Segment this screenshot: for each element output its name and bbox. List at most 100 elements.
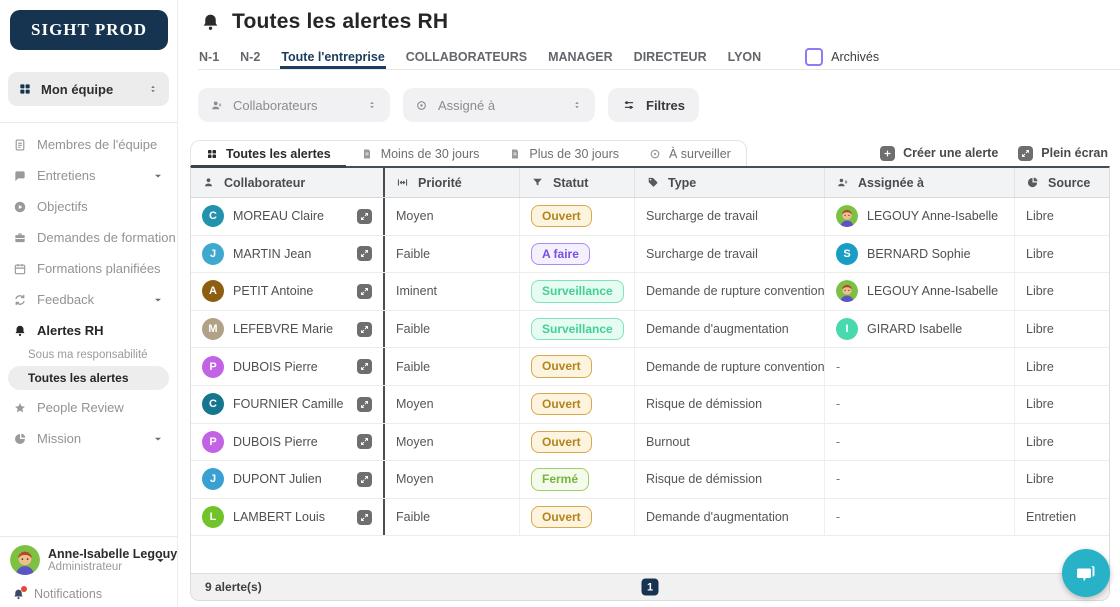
col-type[interactable]: Type [635,168,825,197]
table-row[interactable]: L LAMBERT Louis Faible Ouvert Demande d'augm… [191,498,1109,537]
user-menu[interactable]: Anne-Isabelle Legouy Administrateur [10,545,177,575]
avatar: L [202,506,224,529]
collaborator-cell: A PETIT Antoine [191,273,385,310]
view-tab-toutes[interactable]: Toutes les alertes [191,141,346,168]
avatar-photo [836,280,858,303]
type-cell: Surcharge de travail [635,235,825,273]
collaborateurs-select[interactable]: Collaborateurs [198,88,390,122]
star-icon [13,401,27,415]
scope-tab-directeur[interactable]: DIRECTEUR [633,44,708,69]
open-alert-icon[interactable] [357,283,372,299]
priority-cell: Faible [385,235,520,273]
table-row[interactable]: A PETIT Antoine Iminent Surveillance Demande… [191,273,1109,311]
type-cell: Risque de démission [635,461,825,498]
view-tabs-row: Toutes les alertes Moins de 30 jours Plu… [190,140,1110,168]
status-badge: A faire [531,242,590,266]
archived-checkbox[interactable] [805,47,824,66]
avatar: M [202,318,224,341]
assigne-select[interactable]: Assigné à [403,88,595,122]
notifications-button[interactable]: Notifications [10,585,167,601]
open-alert-icon[interactable] [357,359,372,375]
table-actions: Créer une alerte Plein écran [880,140,1108,166]
sidebar-item-entretiens[interactable]: Entretiens [0,160,177,191]
scope-tab-toute-entreprise[interactable]: Toute l'entreprise [280,44,385,69]
sidebar-item-objectifs[interactable]: Objectifs [0,191,177,222]
source-cell: Libre [1026,209,1054,224]
bell-icon [13,324,27,338]
scope-tab-collaborateurs[interactable]: COLLABORATEURS [405,44,528,69]
col-priorite[interactable]: Priorité [385,168,520,197]
open-alert-icon[interactable] [357,396,372,412]
open-alert-icon[interactable] [357,208,372,224]
sidebar-item-membres[interactable]: Membres de l'équipe [0,129,177,160]
collaborator-name: MARTIN Jean [233,246,312,261]
priority-cell: Iminent [385,273,520,310]
open-alert-icon[interactable] [357,471,372,487]
assignee-cell: I GIRARD Isabelle [825,310,1015,348]
source-cell: Libre [1026,284,1054,299]
sidebar-subitem-sous-ma-responsabilite[interactable]: Sous ma responsabilité [0,346,177,364]
open-alert-icon[interactable] [357,509,372,525]
assignee-cell: - [825,385,1015,423]
chevron-down-icon [154,554,167,567]
table-row[interactable]: J MARTIN Jean Faible A faire Surcharge de tr… [191,235,1109,274]
document-icon [509,148,521,160]
table-row[interactable]: C MOREAU Claire Moyen Ouvert Surcharge de tr… [191,198,1109,236]
create-alert-button[interactable]: Créer une alerte [880,145,998,161]
collaborator-cell: J MARTIN Jean [191,235,385,273]
logo[interactable]: SIGHT PROD [10,10,168,50]
status-cell: Ouvert [520,348,635,385]
filtres-button[interactable]: Filtres [608,88,700,122]
avatar: I [836,318,858,341]
col-statut[interactable]: Statut [520,168,635,197]
collaborator-cell: C MOREAU Claire [191,198,385,235]
table-row[interactable]: P DUBOIS Pierre Faible Ouvert Demande de rup… [191,348,1109,386]
open-alert-icon[interactable] [357,434,372,450]
priority-cell: Moyen [385,461,520,498]
archived-label: Archivés [831,49,880,64]
grid-icon [18,82,32,96]
sidebar-item-feedback[interactable]: Feedback [0,284,177,315]
scope-tab-n2[interactable]: N-2 [239,44,261,69]
assignee-name: LEGOUY Anne-Isabelle [867,284,999,299]
collaborator-cell: L LAMBERT Louis [191,498,385,536]
scope-tab-lyon[interactable]: LYON [727,44,763,69]
status-cell: Surveillance [520,273,635,310]
view-tab-moins-30[interactable]: Moins de 30 jours [346,141,495,166]
bell-icon [200,12,221,33]
sidebar-item-mission[interactable]: Mission [0,423,177,454]
sidebar-item-formations[interactable]: Formations planifiées [0,253,177,284]
sidebar-item-people-review[interactable]: People Review [0,392,177,423]
table-footer: 9 alerte(s) 1 [191,573,1109,600]
view-tab-plus-30[interactable]: Plus de 30 jours [494,141,634,166]
avatar: P [202,430,224,453]
team-selector[interactable]: Mon équipe [8,72,169,106]
person-icon [202,176,215,189]
status-cell: Fermé [520,461,635,498]
col-collaborateur[interactable]: Collaborateur [191,168,385,197]
archived-toggle[interactable]: Archivés [805,44,879,69]
scope-tab-manager[interactable]: MANAGER [547,44,614,69]
page-1-button[interactable]: 1 [641,578,659,596]
view-tab-a-surveiller[interactable]: À surveiller [634,141,746,166]
chat-widget-button[interactable] [1062,549,1110,597]
collaborator-name: DUBOIS Pierre [233,434,318,449]
col-source[interactable]: Source [1015,168,1109,197]
table-row[interactable]: C FOURNIER Camille Moyen Ouvert Risque de dé… [191,385,1109,424]
assignee-empty: - [836,510,841,525]
collaborator-name: DUPONT Julien [233,472,322,487]
sidebar-subitem-toutes-les-alertes[interactable]: Toutes les alertes [8,366,169,390]
table-row[interactable]: P DUBOIS Pierre Moyen Ouvert Burnout - Libre [191,423,1109,462]
table-row[interactable]: J DUPONT Julien Moyen Fermé Risque de démiss… [191,461,1109,499]
table-row[interactable]: M LEFEBVRE Marie Faible Surveillance Demande… [191,310,1109,349]
sidebar-item-alertes-rh[interactable]: Alertes RH [0,315,177,346]
status-badge: Surveillance [531,317,624,341]
open-alert-icon[interactable] [357,321,372,337]
open-alert-icon[interactable] [357,246,372,262]
scope-tab-n1[interactable]: N-1 [198,44,220,69]
sidebar-item-demandes-formation[interactable]: Demandes de formation [0,222,177,253]
col-assignee[interactable]: Assignée à [825,168,1015,197]
priority-cell: Moyen [385,198,520,235]
page-header: Toutes les alertes RH [200,10,448,34]
fullscreen-button[interactable]: Plein écran [1018,145,1108,161]
